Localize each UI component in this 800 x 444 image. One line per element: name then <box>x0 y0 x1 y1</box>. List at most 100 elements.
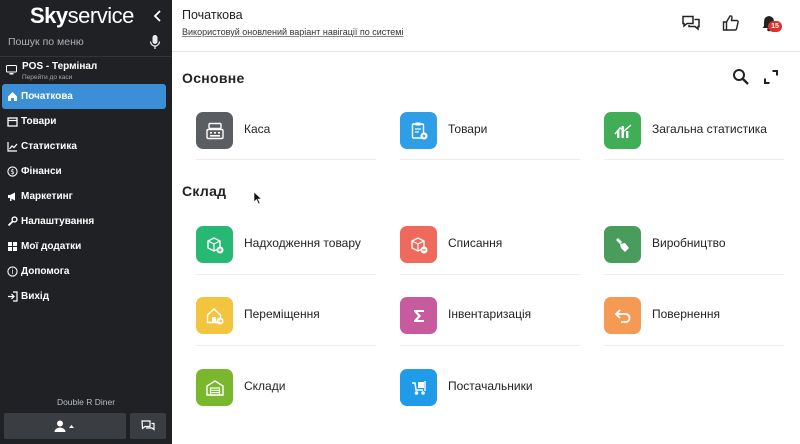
tile-write-off[interactable]: Списання <box>400 224 580 264</box>
sidebar-item-label: Вихід <box>21 291 50 302</box>
feedback-button[interactable] <box>720 12 742 34</box>
return-icon <box>604 297 641 334</box>
sidebar-item-settings[interactable]: Налаштування <box>2 209 166 234</box>
inventory-icon <box>400 297 437 334</box>
voice-search-button[interactable] <box>148 34 162 50</box>
tile-divider <box>604 345 784 346</box>
sidebar-item-label: Статистика <box>21 141 77 152</box>
tile-suppliers[interactable]: Постачальники <box>400 367 580 407</box>
tile-label: Надходження товару <box>244 236 361 250</box>
section-title-main: Основне <box>182 70 245 86</box>
home-icon <box>4 89 20 105</box>
sidebar-item-label: Мої додатки <box>21 241 82 252</box>
tile-divider <box>604 159 784 160</box>
expand-icon <box>764 70 778 84</box>
tile-label: Каса <box>244 122 271 136</box>
sidebar-menu: Початкова Товари Статистика $ Фінанси Ма… <box>0 84 172 309</box>
sidebar: Skyservice POS - Термінал Перейти до кас… <box>0 0 172 444</box>
page-title: Початкова <box>182 8 243 22</box>
microphone-icon <box>149 35 161 49</box>
sidebar-item-finance[interactable]: $ Фінанси <box>2 159 166 184</box>
menu-search-input[interactable] <box>8 34 138 50</box>
tile-warehouses[interactable]: Склади <box>196 367 376 407</box>
new-navigation-link[interactable]: Використовуй оновлений варіант навігації… <box>182 27 404 37</box>
tile-inventory[interactable]: Інвентаризація <box>400 295 580 335</box>
svg-text:i: i <box>11 268 13 276</box>
sidebar-item-label: Фінанси <box>21 166 62 177</box>
tile-divider <box>196 159 376 160</box>
sidebar-item-label: Товари <box>21 116 57 127</box>
goods-icon <box>400 112 437 149</box>
tile-divider <box>604 274 784 275</box>
wrench-icon <box>4 214 20 230</box>
tile-label: Товари <box>448 122 488 136</box>
box-icon <box>4 114 20 130</box>
mouse-cursor-icon <box>253 191 263 205</box>
main-content: Основне Каса Товари Загальна статистика … <box>172 52 800 444</box>
tile-production[interactable]: Виробництво <box>604 224 784 264</box>
sidebar-item-label: Маркетинг <box>21 191 73 202</box>
app-logo[interactable]: Skyservice <box>30 3 134 29</box>
user-icon <box>54 420 74 432</box>
thumbs-up-icon <box>722 15 739 31</box>
sidebar-item-statistics[interactable]: Статистика <box>2 134 166 159</box>
top-bar: Початкова Використовуй оновлений варіант… <box>172 0 800 52</box>
chart-icon <box>4 139 20 155</box>
help-icon: i <box>4 264 20 280</box>
sidebar-divider <box>0 56 172 57</box>
monitor-icon <box>6 65 17 75</box>
write-off-icon <box>400 226 437 263</box>
transfer-icon <box>196 297 233 334</box>
tile-cash-register[interactable]: Каса <box>196 110 376 150</box>
sidebar-item-marketing[interactable]: Маркетинг <box>2 184 166 209</box>
tile-transfer[interactable]: Переміщення <box>196 295 376 335</box>
tile-label: Переміщення <box>244 307 320 321</box>
fullscreen-button[interactable] <box>760 66 782 88</box>
notifications-count-badge: 15 <box>768 21 782 32</box>
warehouse-icon <box>196 369 233 406</box>
sidebar-item-logout[interactable]: Вихід <box>2 284 166 309</box>
tile-divider <box>196 345 376 346</box>
sidebar-item-help[interactable]: i Допомога <box>2 259 166 284</box>
tile-goods[interactable]: Товари <box>400 110 580 150</box>
dollar-icon: $ <box>4 164 20 180</box>
messages-button[interactable] <box>680 12 702 34</box>
section-title-warehouse: Склад <box>182 183 227 199</box>
cash-register-icon <box>196 112 233 149</box>
tile-label: Постачальники <box>448 379 533 393</box>
tile-label: Списання <box>448 236 503 250</box>
sidebar-item-home[interactable]: Початкова <box>2 84 166 109</box>
tile-label: Інвентаризація <box>448 307 532 321</box>
suppliers-icon <box>400 369 437 406</box>
svg-text:$: $ <box>10 168 14 176</box>
tile-incoming-goods[interactable]: Надходження товару <box>196 224 376 264</box>
tile-returns[interactable]: Повернення <box>604 295 784 335</box>
user-menu-button[interactable] <box>4 413 126 439</box>
sidebar-item-goods[interactable]: Товари <box>2 109 166 134</box>
tile-divider <box>400 345 580 346</box>
pos-title: POS - Термінал <box>22 61 98 72</box>
sidebar-item-my-apps[interactable]: Мої додатки <box>2 234 166 259</box>
chat-icon <box>141 420 155 431</box>
pos-terminal-link[interactable]: POS - Термінал Перейти до каси <box>0 60 172 84</box>
tile-label: Склади <box>244 379 286 393</box>
chat-bubbles-icon <box>682 15 700 31</box>
sidebar-item-label: Налаштування <box>21 216 95 227</box>
incoming-goods-icon <box>196 226 233 263</box>
production-icon <box>604 226 641 263</box>
menu-search <box>0 32 172 52</box>
grid-icon <box>4 239 20 255</box>
search-button[interactable] <box>730 66 752 88</box>
support-chat-button[interactable] <box>130 413 166 439</box>
tile-label: Повернення <box>652 307 720 321</box>
search-icon <box>733 69 749 85</box>
pos-subtitle: Перейти до каси <box>22 74 73 81</box>
chevron-left-icon <box>153 10 161 22</box>
sidebar-item-label: Допомога <box>21 266 70 277</box>
statistics-icon <box>604 112 641 149</box>
tile-label: Загальна статистика <box>652 122 767 136</box>
tile-general-statistics[interactable]: Загальна статистика <box>604 110 784 150</box>
tile-divider <box>196 274 376 275</box>
collapse-sidebar-button[interactable] <box>150 6 166 26</box>
megaphone-icon <box>4 189 20 205</box>
